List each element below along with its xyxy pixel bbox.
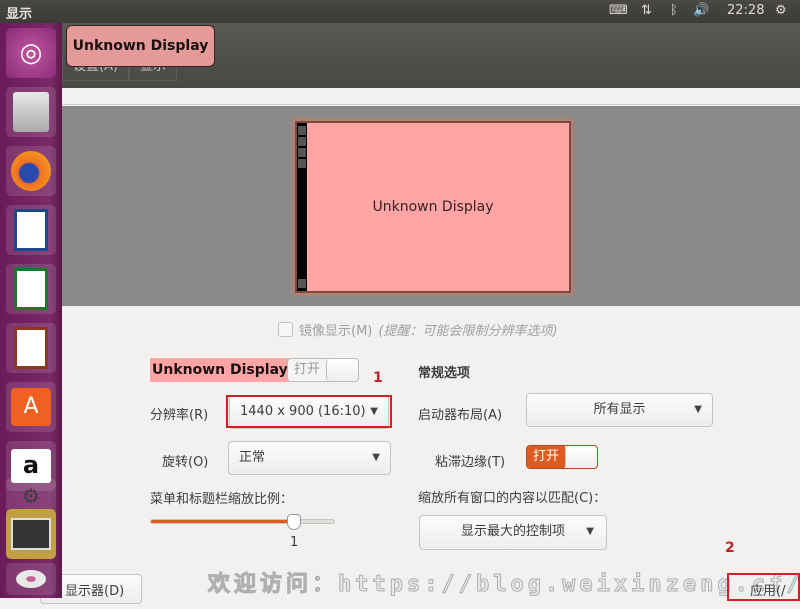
annotation-box-1: [226, 395, 392, 428]
impress-icon[interactable]: [6, 323, 56, 373]
sticky-edges-label: 粘滞边缘(T): [435, 455, 506, 470]
clock[interactable]: 22:28: [727, 3, 764, 18]
scale-value: 1: [290, 535, 299, 550]
launcher-placement-label: 启动器布局(A): [418, 408, 503, 423]
firefox-icon[interactable]: [6, 146, 56, 196]
sticky-edges-switch[interactable]: 打开: [526, 445, 598, 469]
software-center-icon[interactable]: A: [6, 382, 56, 432]
launcher: ◎ A a ⚙: [0, 23, 62, 598]
launcher-placement-dropdown[interactable]: 所有显示 ▼: [526, 393, 713, 427]
rotation-dropdown[interactable]: 正常 ▼: [228, 441, 391, 475]
mirror-row: 镜像显示(M) (提醒：可能会限制分辨率选项): [278, 320, 558, 339]
scale-slider[interactable]: [150, 514, 335, 530]
switch-label: 打开: [288, 359, 326, 381]
writer-icon[interactable]: [6, 205, 56, 255]
scale-all-value: 显示最大的控制项: [460, 524, 565, 539]
general-options-title: 常规选项: [418, 366, 471, 381]
display-name: Unknown Display: [150, 358, 290, 382]
scale-all-label: 缩放所有窗口的内容以匹配(C)：: [418, 491, 607, 506]
switch-knob: [565, 446, 597, 468]
calc-icon[interactable]: [6, 264, 56, 314]
rotation-value: 正常: [239, 450, 266, 465]
mirror-checkbox[interactable]: [278, 322, 293, 337]
mirror-hint: (提醒：可能会限制分辨率选项): [378, 324, 558, 339]
files-icon[interactable]: [6, 87, 56, 137]
resolution-label: 分辨率(R): [150, 408, 209, 423]
rotation-label: 旋转(O): [162, 455, 209, 470]
top-panel: 显示 ⌨ ⇅ ᛒ 🔊 22:28 ⚙: [0, 0, 800, 23]
watermark: 欢迎访问：https://blog.weixinzeng.cf/: [208, 572, 800, 598]
app-title: 显示: [6, 7, 33, 22]
display-power-switch[interactable]: 打开: [287, 358, 359, 382]
mirror-label: 镜像显示(M): [299, 324, 373, 339]
annotation-box-2: [727, 573, 800, 601]
switch-knob: [326, 359, 358, 381]
bluetooth-icon[interactable]: ᛒ: [670, 3, 678, 18]
launcher-placement-value: 所有显示: [593, 402, 646, 417]
network-icon[interactable]: ⇅: [641, 3, 652, 18]
annotation-1: 1: [373, 370, 383, 386]
displays-icon[interactable]: [6, 509, 56, 559]
slider-handle[interactable]: [286, 514, 301, 530]
ubuntu-dash-icon[interactable]: ◎: [6, 28, 56, 78]
switch-label: 打开: [527, 446, 565, 468]
chevron-down-icon: ▼: [586, 526, 594, 537]
chevron-down-icon: ▼: [694, 404, 702, 415]
chevron-down-icon: ▼: [372, 452, 380, 463]
separator: [62, 88, 800, 105]
slider-fill: [151, 520, 294, 523]
volume-icon[interactable]: 🔊: [693, 3, 709, 18]
keyboard-icon[interactable]: ⌨: [609, 3, 628, 18]
monitor-preview[interactable]: Unknown Display: [295, 121, 571, 293]
launcher-tooltip: Unknown Display: [66, 25, 215, 67]
annotation-2: 2: [725, 540, 735, 556]
scale-all-dropdown[interactable]: 显示最大的控制项 ▼: [419, 515, 607, 550]
power-gear-icon[interactable]: ⚙: [775, 3, 787, 18]
display-preview: Unknown Display: [62, 106, 800, 306]
monitor-label: Unknown Display: [372, 199, 494, 215]
disc-icon[interactable]: [6, 563, 56, 595]
scale-label: 菜单和标题栏缩放比例：: [150, 492, 294, 507]
